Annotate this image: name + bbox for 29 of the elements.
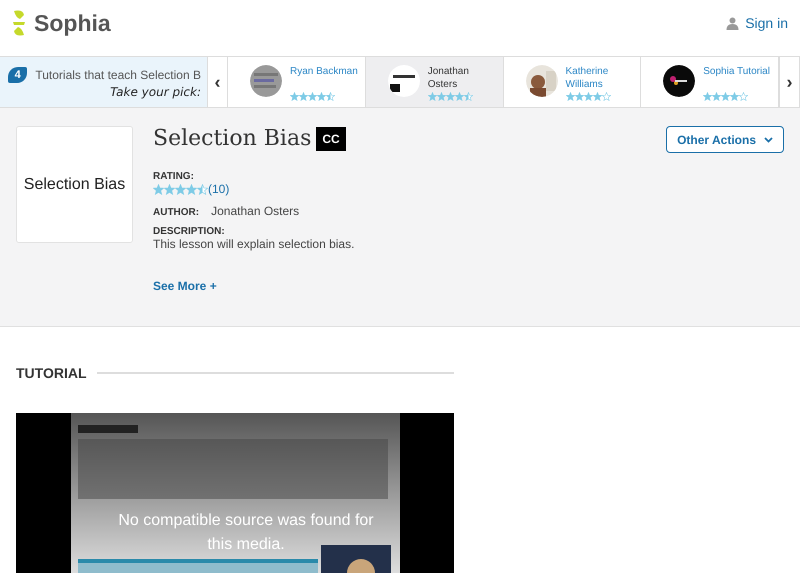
next-button[interactable]: ›: [779, 57, 800, 107]
description-text: This lesson will explain selection bias.: [153, 237, 356, 251]
description-label: DESCRIPTION:: [153, 226, 226, 237]
rating-count: (10): [208, 182, 230, 196]
rating-label: RATING:: [153, 171, 195, 182]
author-name: Sophia Tutorial: [703, 65, 770, 78]
previous-button[interactable]: ‹: [207, 57, 228, 107]
author-name: Jonathan Osters: [428, 65, 470, 91]
player-error-message: No compatible source was found for this media.: [117, 511, 375, 555]
cc-badge: CC: [317, 128, 345, 150]
tutorial-card[interactable]: Katherine Williams: [504, 57, 642, 107]
author-label: AUTHOR:: [153, 207, 200, 218]
intro-text: Tutorials that teach Selection B: [35, 68, 201, 82]
user-icon: [726, 16, 740, 30]
section-heading: TUTORIAL: [16, 365, 87, 381]
tagline: Take your pick:: [110, 85, 201, 99]
lesson-title: Selection Bias: [153, 126, 312, 151]
other-actions-button[interactable]: Other Actions: [666, 126, 784, 153]
see-more-link[interactable]: See More +: [153, 279, 646, 293]
chevron-icon: [764, 136, 773, 142]
author-value: Jonathan Osters: [211, 204, 300, 218]
logo-icon: [10, 10, 28, 36]
sign-in-link[interactable]: Sign in: [726, 15, 788, 31]
author-name: Katherine Williams: [566, 65, 610, 91]
logo-text: Sophia: [34, 10, 111, 36]
count-badge: 4: [8, 67, 28, 83]
author-name: Ryan Backman: [290, 65, 358, 78]
tutorial-card[interactable]: Jonathan Osters: [366, 57, 504, 107]
thumbnail-text: Selection Bias: [24, 176, 126, 194]
